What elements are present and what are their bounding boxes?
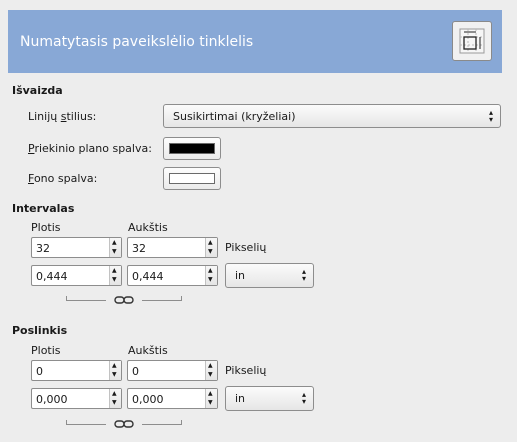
offset-width-label: Plotis xyxy=(31,344,61,357)
offset-unit-value: in xyxy=(235,392,246,405)
fg-color-label: Priekinio plano spalva: xyxy=(28,142,152,155)
spin-down-icon: ▼ xyxy=(208,371,213,378)
spin-down-icon: ▼ xyxy=(208,248,213,255)
spin-down-icon: ▼ xyxy=(112,399,117,406)
chain-bracket xyxy=(181,420,182,425)
spacing-height-pixels-input[interactable]: 32 ▲ ▼ xyxy=(127,237,218,258)
appearance-section-title: Išvaizda xyxy=(12,84,63,97)
offset-chain-link[interactable] xyxy=(66,420,182,430)
spin-buttons[interactable]: ▲ ▼ xyxy=(205,238,217,257)
chain-bracket xyxy=(181,296,182,301)
line-style-select[interactable]: Susikirtimai (kryželiai) ▴ ▾ xyxy=(163,104,501,128)
spacing-section-title: Intervalas xyxy=(12,202,75,215)
spin-buttons[interactable]: ▲ ▼ xyxy=(205,389,217,408)
spacing-chain-link[interactable] xyxy=(66,296,182,306)
fg-color-button[interactable] xyxy=(163,137,221,160)
spin-up-icon: ▲ xyxy=(208,362,213,369)
spin-buttons[interactable]: ▲ ▼ xyxy=(109,361,121,380)
line-style-label-part: tilius: xyxy=(66,110,97,123)
chain-bracket xyxy=(66,424,106,425)
offset-pixels-unit: Pikselių xyxy=(225,364,267,377)
fg-color-label-part: riekinio plano spalva: xyxy=(34,142,152,155)
spacing-unit-value: in xyxy=(235,269,246,282)
chain-link-icon xyxy=(114,296,134,304)
fg-color-swatch xyxy=(169,143,215,154)
spin-buttons[interactable]: ▲ ▼ xyxy=(109,389,121,408)
spin-down-icon: ▼ xyxy=(112,371,117,378)
offset-height-pixels-input[interactable]: 0 ▲ ▼ xyxy=(127,360,218,381)
spacing-height-label: Aukštis xyxy=(128,221,168,234)
spin-down-icon: ▼ xyxy=(112,276,117,283)
spin-up-icon: ▲ xyxy=(208,239,213,246)
spin-buttons[interactable]: ▲ ▼ xyxy=(205,266,217,285)
offset-width-pixels-input[interactable]: 0 ▲ ▼ xyxy=(31,360,122,381)
spacing-width-units-input[interactable]: 0,444 ▲ ▼ xyxy=(31,265,122,286)
offset-width-pixels-value: 0 xyxy=(36,365,43,378)
spin-up-icon: ▲ xyxy=(112,390,117,397)
grid-icon xyxy=(452,21,492,61)
offset-height-pixels-value: 0 xyxy=(132,365,139,378)
spacing-pixels-unit: Pikselių xyxy=(225,241,267,254)
offset-height-units-input[interactable]: 0,000 ▲ ▼ xyxy=(127,388,218,409)
chain-bracket xyxy=(142,300,182,301)
spacing-unit-select[interactable]: in ▴ ▾ xyxy=(225,263,314,288)
updown-arrows-icon: ▴ ▾ xyxy=(488,108,493,124)
line-style-label-part: Linijų xyxy=(28,110,61,123)
chain-bracket xyxy=(142,424,182,425)
spin-buttons[interactable]: ▲ ▼ xyxy=(109,266,121,285)
chain-bracket xyxy=(66,300,106,301)
spin-up-icon: ▲ xyxy=(112,239,117,246)
updown-arrows-icon: ▴ ▾ xyxy=(301,267,306,283)
spin-up-icon: ▲ xyxy=(112,267,117,274)
bg-color-swatch xyxy=(169,173,215,184)
spin-down-icon: ▼ xyxy=(112,248,117,255)
spin-buttons[interactable]: ▲ ▼ xyxy=(205,361,217,380)
chain-link-icon xyxy=(114,420,134,428)
spacing-width-pixels-value: 32 xyxy=(36,242,50,255)
offset-unit-select[interactable]: in ▴ ▾ xyxy=(225,386,314,411)
offset-height-label: Aukštis xyxy=(128,344,168,357)
spin-up-icon: ▲ xyxy=(208,267,213,274)
spacing-width-units-value: 0,444 xyxy=(36,270,68,283)
spacing-height-units-input[interactable]: 0,444 ▲ ▼ xyxy=(127,265,218,286)
line-style-value: Susikirtimai (kryželiai) xyxy=(173,110,296,123)
spin-buttons[interactable]: ▲ ▼ xyxy=(109,238,121,257)
spin-down-icon: ▼ xyxy=(208,399,213,406)
spacing-width-pixels-input[interactable]: 32 ▲ ▼ xyxy=(31,237,122,258)
bg-color-label: Fono spalva: xyxy=(28,172,97,185)
bg-color-label-part: ono spalva: xyxy=(33,172,98,185)
dialog-title: Numatytasis paveikslėlio tinklelis xyxy=(20,34,254,50)
offset-width-units-value: 0,000 xyxy=(36,393,68,406)
line-style-label: Linijų stilius: xyxy=(28,110,96,123)
spacing-height-pixels-value: 32 xyxy=(132,242,146,255)
spacing-width-label: Plotis xyxy=(31,221,61,234)
updown-arrows-icon: ▴ ▾ xyxy=(301,390,306,406)
spin-up-icon: ▲ xyxy=(208,390,213,397)
spacing-height-units-value: 0,444 xyxy=(132,270,164,283)
offset-section-title: Poslinkis xyxy=(12,324,68,337)
bg-color-button[interactable] xyxy=(163,167,221,190)
offset-width-units-input[interactable]: 0,000 ▲ ▼ xyxy=(31,388,122,409)
spin-up-icon: ▲ xyxy=(112,362,117,369)
offset-height-units-value: 0,000 xyxy=(132,393,164,406)
dialog-header: Numatytasis paveikslėlio tinklelis xyxy=(8,10,502,73)
spin-down-icon: ▼ xyxy=(208,276,213,283)
